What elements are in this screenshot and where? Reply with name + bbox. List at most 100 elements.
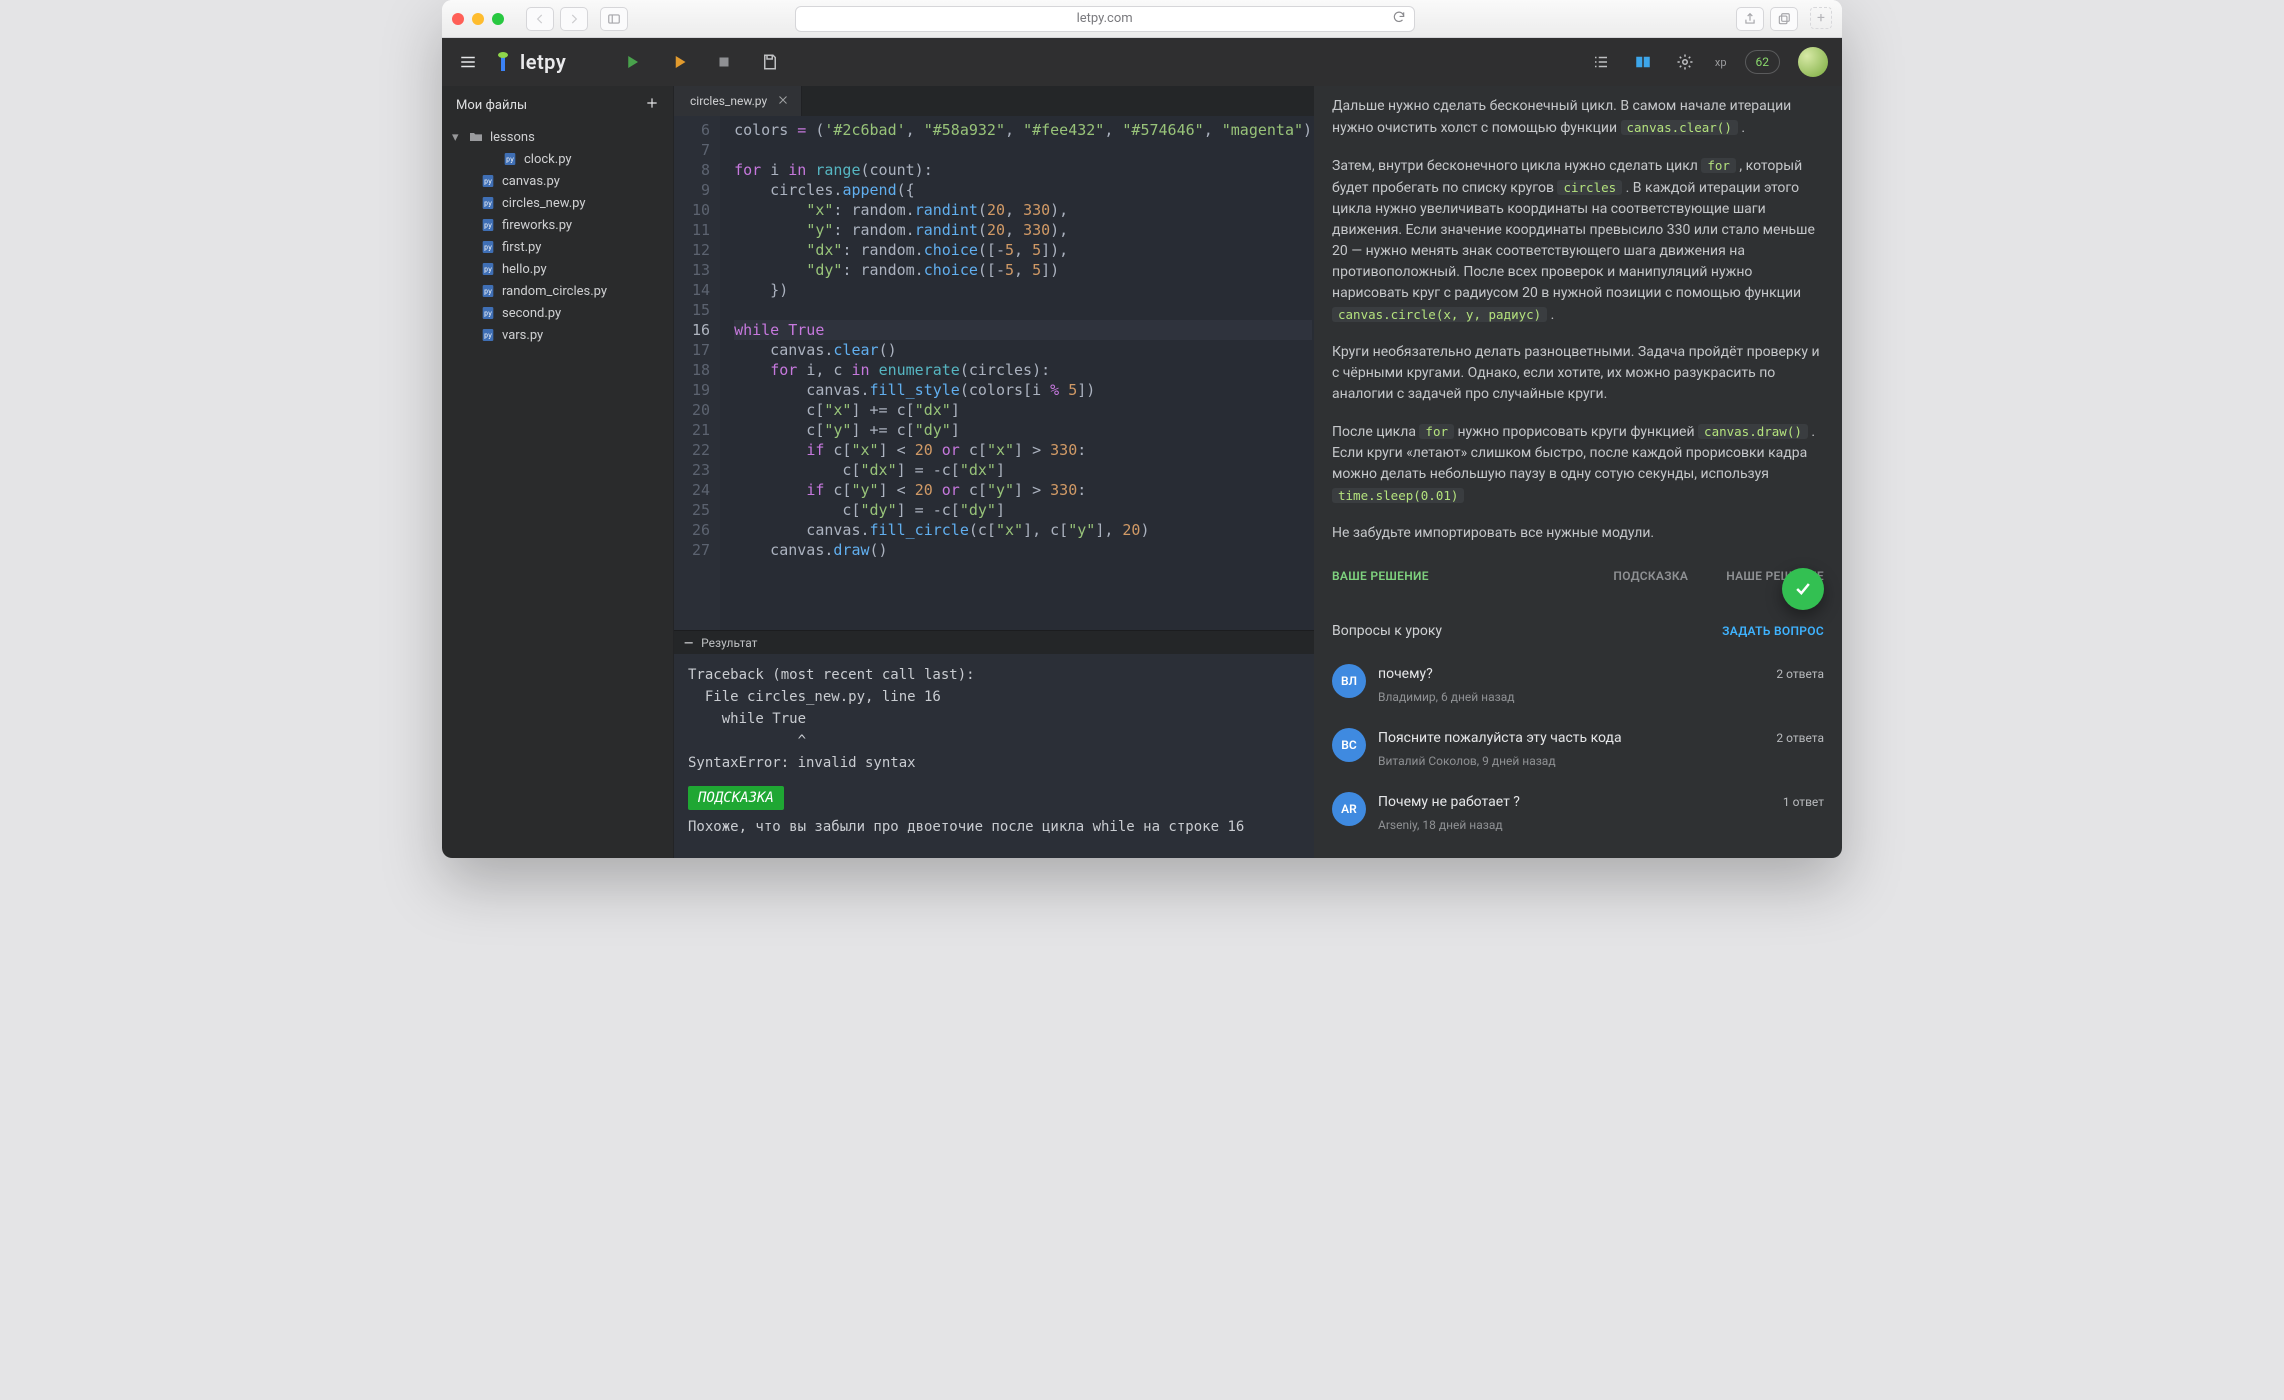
file-label: random_circles.py — [502, 284, 607, 299]
question-avatar: ВЛ — [1332, 664, 1366, 698]
tab-your-solution[interactable]: ВАШЕ РЕШЕНИЕ — [1332, 566, 1429, 587]
python-file-icon: py — [480, 305, 496, 321]
xp-label: xp — [1715, 56, 1727, 69]
brand[interactable]: letpy — [494, 50, 566, 74]
svg-text:py: py — [484, 266, 492, 274]
save-button[interactable] — [758, 50, 782, 74]
share-button[interactable] — [1736, 7, 1764, 31]
qa-section: Вопросы к уроку ЗАДАТЬ ВОПРОС ВЛпочему?В… — [1314, 603, 1842, 858]
lesson-text: Дальше нужно сделать бесконечный цикл. В… — [1314, 86, 1842, 593]
tab-label: circles_new.py — [690, 94, 767, 108]
file-label: canvas.py — [502, 174, 560, 189]
chevron-icon: ▾ — [452, 130, 462, 145]
forward-button[interactable] — [560, 7, 588, 31]
code-snippet: canvas.circle(x, y, радиус) — [1332, 307, 1547, 322]
new-file-button[interactable] — [645, 96, 659, 114]
code-snippet: canvas.clear() — [1621, 120, 1738, 135]
question-meta: Владимир, 6 дней назад — [1378, 687, 1764, 708]
svg-text:py: py — [484, 310, 492, 318]
file-tree-item[interactable]: pyfireworks.py — [442, 214, 673, 236]
question-meta: Arseniy, 18 дней назад — [1378, 815, 1771, 836]
file-tree-item[interactable]: pycircles_new.py — [442, 192, 673, 214]
question-title: Почему не работает ? — [1378, 792, 1771, 813]
xp-chip[interactable]: 62 — [1745, 50, 1781, 74]
brand-logo-icon — [494, 51, 512, 73]
svg-text:py: py — [484, 332, 492, 340]
svg-text:py: py — [484, 244, 492, 252]
code-snippet: canvas.draw() — [1698, 424, 1808, 439]
svg-text:py: py — [484, 200, 492, 208]
file-label: lessons — [490, 130, 535, 145]
stop-button[interactable] — [712, 50, 736, 74]
question-item[interactable]: AR Почему не работает ?Arseniy, 18 дней н… — [1332, 782, 1824, 846]
new-tab-button[interactable]: + — [1810, 7, 1832, 29]
result-title: Результат — [701, 636, 757, 650]
reload-icon[interactable] — [1392, 10, 1406, 28]
run-toolbar — [620, 50, 782, 74]
minimize-window-button[interactable] — [472, 13, 484, 25]
book-icon[interactable] — [1631, 50, 1655, 74]
address-bar[interactable]: letpy.com — [795, 6, 1415, 32]
file-tree-item[interactable]: py clock.py — [442, 148, 673, 170]
hint-badge: ПОДСКАЗКА — [688, 786, 784, 810]
submit-button[interactable] — [1782, 568, 1824, 610]
file-tree-item[interactable]: ▾ lessons — [442, 126, 673, 148]
browser-window: letpy.com + letpy — [442, 0, 1842, 858]
file-label: fireworks.py — [502, 218, 572, 233]
python-file-icon: py — [502, 151, 518, 167]
question-avatar: AR — [1332, 792, 1366, 826]
code-snippet: circles — [1557, 180, 1622, 195]
file-tree-item[interactable]: py vars.py — [442, 324, 673, 346]
file-label: vars.py — [502, 328, 543, 343]
menu-button[interactable] — [456, 50, 480, 74]
user-avatar[interactable] — [1798, 47, 1828, 77]
svg-text:py: py — [506, 156, 514, 164]
lesson-panel: Дальше нужно сделать бесконечный цикл. В… — [1314, 86, 1842, 858]
python-file-icon: py — [480, 173, 496, 189]
sidebar-toggle-button[interactable] — [600, 7, 628, 31]
python-file-icon: py — [480, 327, 496, 343]
file-tree-item[interactable]: pyfirst.py — [442, 236, 673, 258]
file-tree-item[interactable]: py canvas.py — [442, 170, 673, 192]
folder-icon — [468, 129, 484, 145]
back-button[interactable] — [526, 7, 554, 31]
question-item[interactable]: ВЛ почему?Владимир, 6 дней назад 2 ответа — [1332, 654, 1824, 718]
python-file-icon: py — [480, 239, 496, 255]
run-button[interactable] — [620, 50, 644, 74]
python-file-icon: py — [480, 195, 496, 211]
sidebar-title: Мои файлы — [456, 98, 527, 113]
code-editor[interactable]: 6789101112131415161718192021222324252627… — [674, 116, 1314, 630]
question-item[interactable]: ВСПоясните пожалуйста эту часть кодаВита… — [1332, 718, 1824, 782]
tab-hint[interactable]: ПОДСКАЗКА — [1613, 566, 1688, 587]
question-answer-count: 2 ответа — [1776, 664, 1824, 685]
code-snippet: time.sleep(0.01) — [1332, 488, 1464, 503]
file-tree-item[interactable]: pysecond.py — [442, 302, 673, 324]
code-area[interactable]: colors = ('#2c6bad', "#58a932", "#fee432… — [720, 116, 1314, 630]
file-tree-item[interactable]: pyhello.py — [442, 258, 673, 280]
tabs-button[interactable] — [1770, 7, 1798, 31]
step-button[interactable] — [666, 50, 690, 74]
settings-icon[interactable] — [1673, 50, 1697, 74]
list-icon[interactable] — [1589, 50, 1613, 74]
code-snippet: for — [1419, 424, 1454, 439]
close-tab-icon[interactable] — [777, 94, 789, 109]
close-window-button[interactable] — [452, 13, 464, 25]
question-title: почему? — [1378, 664, 1764, 685]
svg-text:py: py — [484, 178, 492, 186]
result-header[interactable]: — Результат — [674, 630, 1314, 654]
console-output[interactable]: Traceback (most recent call last): File … — [674, 654, 1314, 858]
editor-tabs: circles_new.py — [674, 86, 1314, 116]
window-controls — [452, 13, 504, 25]
collapse-icon[interactable]: — — [684, 636, 693, 650]
ask-question-button[interactable]: ЗАДАТЬ ВОПРОС — [1722, 621, 1824, 642]
file-tree: ▾ lessons py clock.py py canvas.py pycircles_n… — [442, 124, 673, 356]
app-topbar: letpy xp 62 — [442, 38, 1842, 86]
xp-value: 62 — [1756, 55, 1770, 69]
solution-tabs: ВАШЕ РЕШЕНИЕ ПОДСКАЗКА НАШЕ РЕШЕНИЕ — [1332, 560, 1824, 593]
file-label: clock.py — [524, 152, 572, 167]
maximize-window-button[interactable] — [492, 13, 504, 25]
question-avatar: ВС — [1332, 728, 1366, 762]
question-answer-count: 1 ответ — [1783, 792, 1824, 813]
editor-tab[interactable]: circles_new.py — [674, 86, 802, 116]
file-tree-item[interactable]: pyrandom_circles.py — [442, 280, 673, 302]
